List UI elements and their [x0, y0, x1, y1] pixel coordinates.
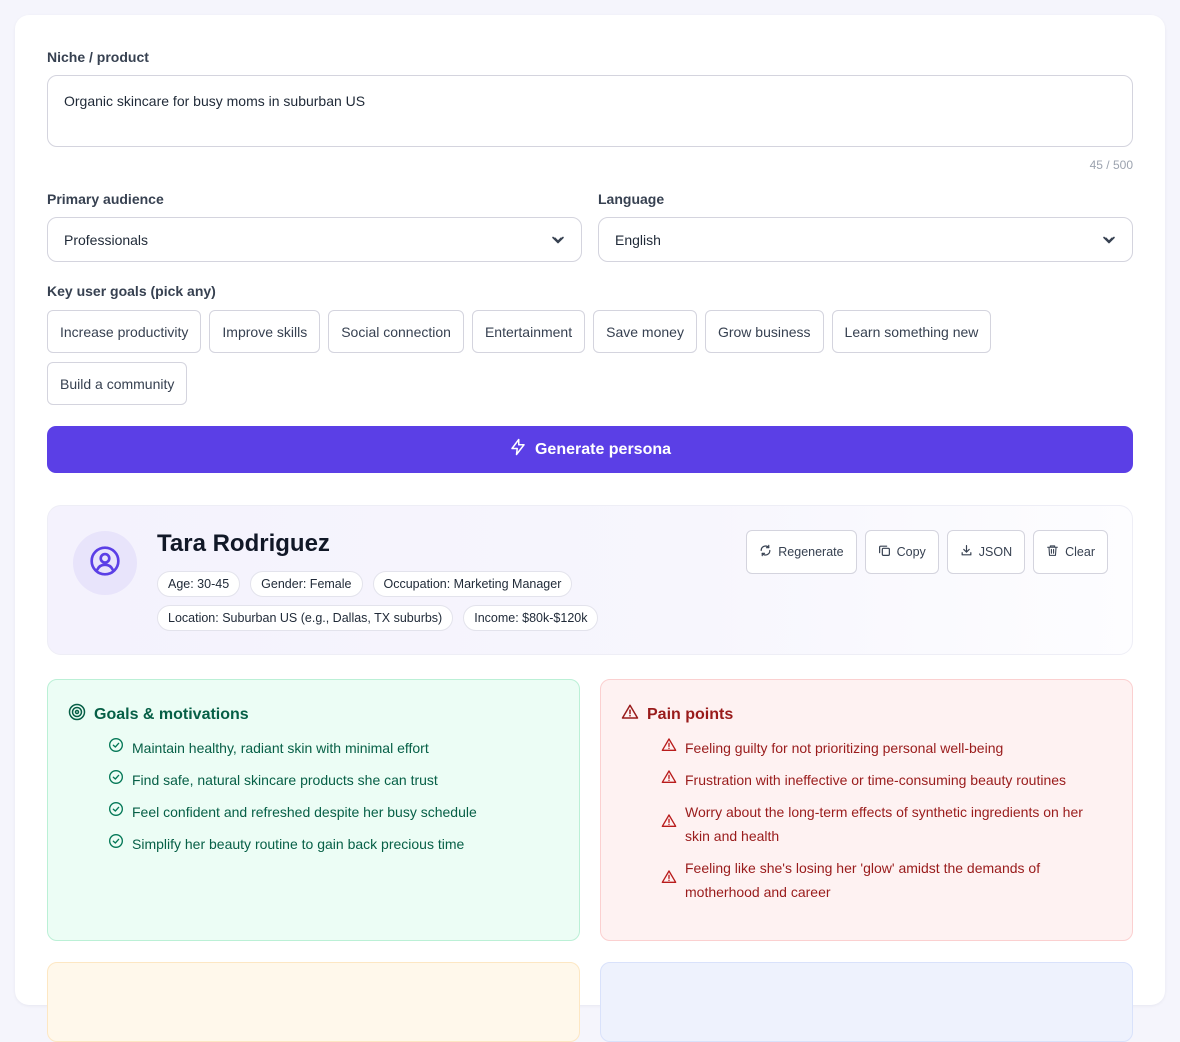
list-item: Worry about the long-term effects of syn…	[661, 800, 1101, 848]
persona-header: Tara Rodriguez Age: 30-45 Gender: Female…	[47, 505, 1133, 655]
warning-triangle-icon	[661, 868, 677, 892]
warning-triangle-icon	[621, 703, 639, 726]
goal-chip-entertainment[interactable]: Entertainment	[471, 310, 586, 353]
generate-persona-button[interactable]: Generate persona	[47, 426, 1133, 473]
clear-label: Clear	[1065, 545, 1095, 559]
user-circle-icon	[89, 545, 121, 582]
persona-tag-age: Age: 30-45	[157, 571, 241, 597]
pain-points-panel-header: Pain points	[621, 703, 733, 726]
clear-button[interactable]: Clear	[1033, 530, 1108, 574]
list-item: Frustration with ineffective or time-con…	[661, 768, 1101, 792]
pain-points-list: Feeling guilty for not prioritizing pers…	[661, 736, 1101, 912]
chevron-down-icon	[551, 233, 565, 247]
list-item: Feeling like she's losing her 'glow' ami…	[661, 856, 1101, 904]
language-label: Language	[598, 191, 665, 207]
lightning-icon	[509, 438, 527, 461]
copy-icon	[878, 544, 891, 560]
warning-triangle-icon	[661, 736, 677, 760]
check-circle-icon	[108, 768, 124, 792]
goal-chip-grow-business[interactable]: Grow business	[704, 310, 824, 353]
check-circle-icon	[108, 736, 124, 760]
goals-label: Key user goals (pick any)	[47, 283, 216, 299]
persona-generator-card: Niche / product Organic skincare for bus…	[15, 15, 1165, 1042]
goal-chip-social-connection[interactable]: Social connection	[328, 310, 464, 353]
pain-point-text: Worry about the long-term effects of syn…	[685, 804, 1083, 844]
goal-text: Maintain healthy, radiant skin with mini…	[132, 740, 429, 756]
check-circle-icon	[108, 800, 124, 824]
goal-chip-build-a-community[interactable]: Build a community	[47, 362, 188, 405]
chevron-down-icon	[1102, 233, 1116, 247]
pain-point-text: Frustration with ineffective or time-con…	[685, 772, 1067, 788]
regenerate-label: Regenerate	[778, 545, 844, 559]
warning-triangle-icon	[661, 768, 677, 792]
next-panel-right	[600, 962, 1133, 1042]
regenerate-button[interactable]: Regenerate	[746, 530, 857, 574]
goal-text: Simplify her beauty routine to gain back…	[132, 836, 465, 852]
audience-select[interactable]: Professionals	[47, 217, 582, 262]
goal-chip-improve-skills[interactable]: Improve skills	[209, 310, 321, 353]
language-select[interactable]: English	[598, 217, 1133, 262]
goal-text: Feel confident and refreshed despite her…	[132, 804, 477, 820]
goals-panel: Goals & motivations Maintain healthy, ra…	[47, 679, 580, 941]
audience-label: Primary audience	[47, 191, 164, 207]
json-label: JSON	[978, 545, 1013, 559]
persona-tag-income: Income: $80k-$120k	[463, 605, 599, 631]
pain-point-text: Feeling guilty for not prioritizing pers…	[685, 740, 1004, 756]
avatar	[73, 531, 137, 595]
goal-chip-learn-something-new[interactable]: Learn something new	[831, 310, 992, 353]
next-panel-left	[47, 962, 580, 1042]
niche-label: Niche / product	[47, 49, 149, 65]
goals-list: Maintain healthy, radiant skin with mini…	[108, 736, 548, 864]
pain-points-panel-title: Pain points	[647, 705, 734, 723]
goal-chip-increase-productivity[interactable]: Increase productivity	[47, 310, 202, 353]
niche-textarea[interactable]: Organic skincare for busy moms in suburb…	[47, 75, 1133, 147]
persona-name: Tara Rodriguez	[157, 530, 330, 557]
persona-tag-gender: Gender: Female	[250, 571, 363, 597]
trash-icon	[1046, 544, 1059, 560]
list-item: Feel confident and refreshed despite her…	[108, 800, 548, 824]
list-item: Find safe, natural skincare products she…	[108, 768, 548, 792]
goals-panel-header: Goals & motivations	[68, 703, 249, 726]
char-counter: 45 / 500	[1089, 158, 1133, 172]
persona-tag-location: Location: Suburban US (e.g., Dallas, TX …	[157, 605, 454, 631]
json-button[interactable]: JSON	[946, 530, 1026, 574]
goals-panel-title: Goals & motivations	[94, 705, 249, 723]
pain-point-text: Feeling like she's losing her 'glow' ami…	[685, 860, 1041, 900]
language-select-value: English	[615, 231, 661, 248]
list-item: Maintain healthy, radiant skin with mini…	[108, 736, 548, 760]
check-circle-icon	[108, 832, 124, 856]
goal-text: Find safe, natural skincare products she…	[132, 772, 438, 788]
persona-tags: Age: 30-45 Gender: Female Occupation: Ma…	[157, 571, 677, 631]
persona-actions: Regenerate Copy JSON Clear	[746, 530, 1108, 574]
goal-chips: Increase productivity Improve skills Soc…	[47, 310, 1137, 405]
copy-button[interactable]: Copy	[864, 530, 939, 574]
audience-select-value: Professionals	[64, 231, 149, 248]
copy-label: Copy	[896, 545, 926, 559]
target-icon	[68, 703, 86, 726]
refresh-icon	[759, 544, 772, 560]
warning-triangle-icon	[661, 812, 677, 836]
generate-persona-label: Generate persona	[534, 440, 672, 458]
persona-tag-occupation: Occupation: Marketing Manager	[372, 571, 573, 597]
pain-points-panel: Pain points Feeling guilty for not prior…	[600, 679, 1133, 941]
list-item: Simplify her beauty routine to gain back…	[108, 832, 548, 856]
goal-chip-save-money[interactable]: Save money	[593, 310, 697, 353]
download-icon	[960, 544, 973, 560]
list-item: Feeling guilty for not prioritizing pers…	[661, 736, 1101, 760]
